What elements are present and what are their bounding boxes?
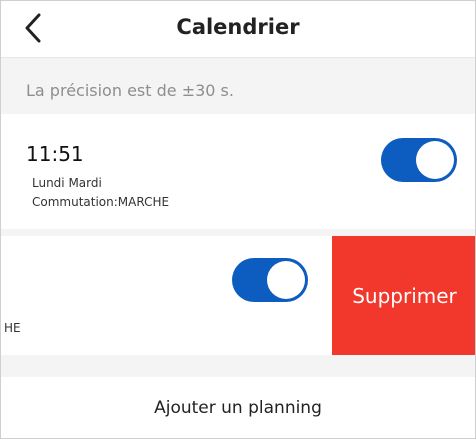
schedule-item-swiped[interactable]: HE bbox=[1, 236, 332, 355]
toggle-knob bbox=[416, 141, 454, 179]
schedule-toggle[interactable] bbox=[381, 138, 457, 182]
schedule-switch-state-fragment: HE bbox=[4, 321, 21, 335]
page-title: Calendrier bbox=[176, 15, 300, 39]
schedule-item[interactable]: 11:51 Lundi Mardi Commutation:MARCHE bbox=[1, 114, 475, 229]
toggle-knob bbox=[267, 261, 305, 299]
screen: Calendrier La précision est de ±30 s. 11… bbox=[0, 0, 476, 439]
delete-button[interactable]: Supprimer bbox=[332, 236, 475, 355]
add-schedule-button[interactable]: Ajouter un planning bbox=[1, 377, 475, 438]
precision-notice: La précision est de ±30 s. bbox=[26, 81, 234, 100]
schedule-toggle[interactable] bbox=[232, 258, 308, 302]
schedule-switch-state: Commutation:MARCHE bbox=[32, 195, 170, 209]
top-bar: Calendrier bbox=[1, 1, 475, 58]
schedule-days: Lundi Mardi bbox=[32, 176, 102, 190]
schedule-time: 11:51 bbox=[26, 142, 84, 166]
chevron-left-icon[interactable] bbox=[19, 11, 49, 45]
